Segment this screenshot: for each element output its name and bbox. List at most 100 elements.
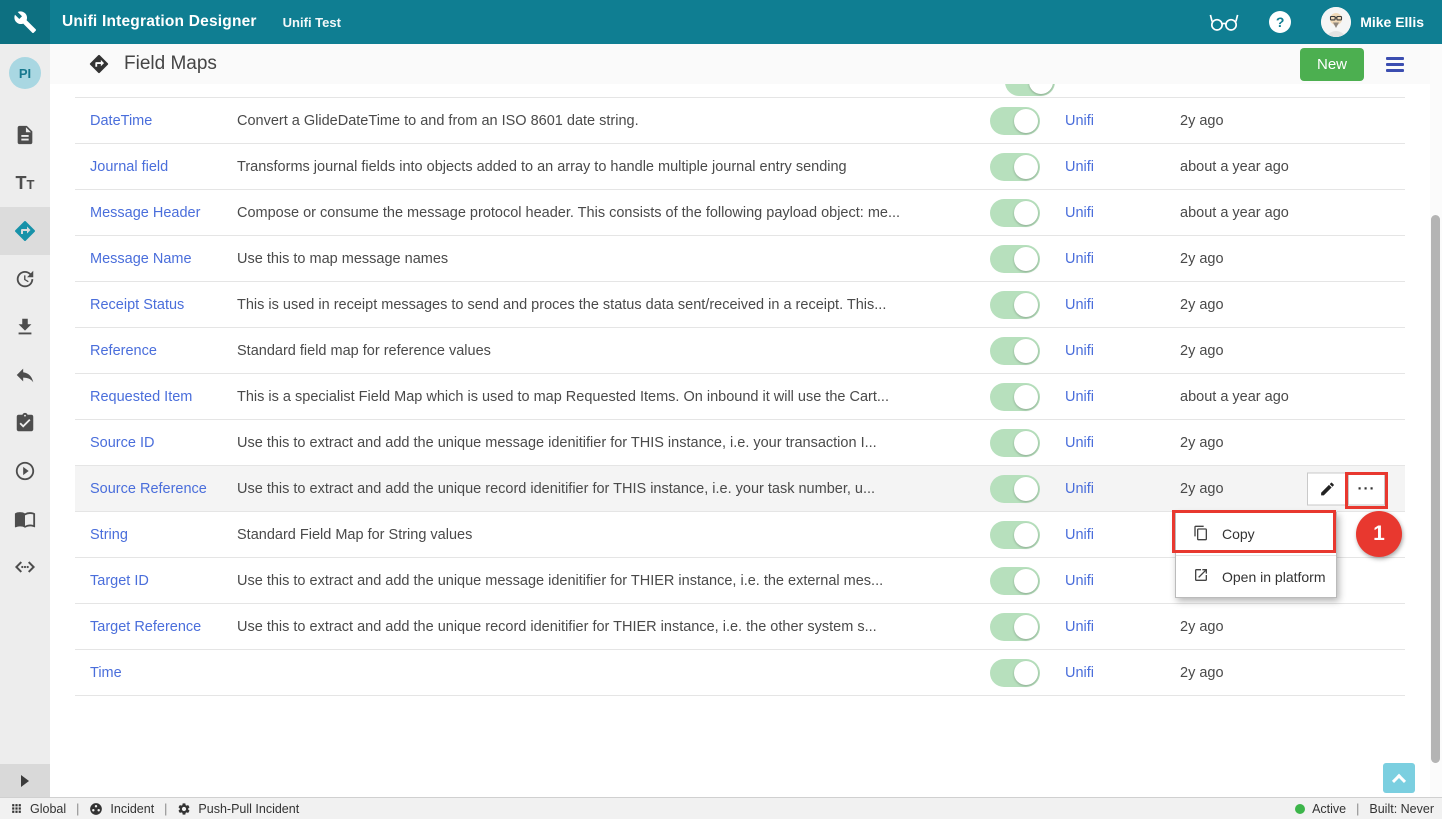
author-link[interactable]: Unifi	[1065, 297, 1094, 313]
active-toggle[interactable]	[990, 153, 1040, 181]
toggle-knob	[1014, 293, 1038, 317]
active-toggle[interactable]	[990, 337, 1040, 365]
status-bar: Global | Incident | Push-Pull Incident A…	[0, 797, 1442, 819]
active-toggle[interactable]	[990, 567, 1040, 595]
spectacles-icon[interactable]	[1209, 11, 1239, 33]
field-map-name-link[interactable]: Reference	[90, 343, 157, 359]
sidebar-item-field-maps[interactable]	[0, 207, 50, 255]
sidebar-item-scheduled[interactable]	[0, 255, 50, 303]
sidebar-item-reply[interactable]	[0, 351, 50, 399]
field-map-name-link[interactable]: Receipt Status	[90, 297, 184, 313]
help-icon[interactable]: ?	[1269, 11, 1291, 33]
table-row-partial	[75, 84, 1405, 98]
document-icon	[14, 124, 36, 146]
pencil-icon	[1319, 480, 1336, 497]
active-toggle[interactable]	[990, 613, 1040, 641]
author-link[interactable]: Unifi	[1065, 251, 1094, 267]
menu-icon[interactable]	[1386, 57, 1404, 72]
updated-timestamp: 2y ago	[1165, 251, 1405, 267]
wrench-icon[interactable]	[0, 0, 50, 44]
table-row: Receipt Status This is used in receipt m…	[75, 282, 1405, 328]
table-row: Message Name Use this to map message nam…	[75, 236, 1405, 282]
author-link[interactable]: Unifi	[1065, 527, 1094, 543]
field-map-description: Transforms journal fields into objects a…	[237, 159, 975, 175]
process-label[interactable]: Push-Pull Incident	[198, 802, 299, 816]
author-link[interactable]: Unifi	[1065, 205, 1094, 221]
sidebar-item-documentation[interactable]	[0, 495, 50, 543]
history-clock-icon	[14, 268, 36, 290]
application-label[interactable]: Incident	[110, 802, 154, 816]
sidebar-item-tasks[interactable]	[0, 399, 50, 447]
active-toggle[interactable]	[990, 659, 1040, 687]
active-toggle[interactable]	[990, 383, 1040, 411]
field-map-name-link[interactable]: Message Header	[90, 205, 200, 221]
author-link[interactable]: Unifi	[1065, 159, 1094, 175]
updated-timestamp: 2y ago	[1165, 435, 1405, 451]
active-toggle[interactable]	[990, 429, 1040, 457]
table-row: DateTime Convert a GlideDateTime to and …	[75, 98, 1405, 144]
sidebar-item-run[interactable]	[0, 447, 50, 495]
context-menu-item-open-in-platform[interactable]: Open in platform	[1176, 555, 1336, 597]
author-link[interactable]: Unifi	[1065, 619, 1094, 635]
field-map-name-link[interactable]: Target Reference	[90, 619, 201, 635]
active-toggle[interactable]	[990, 291, 1040, 319]
updated-timestamp: 2y ago	[1165, 343, 1405, 359]
toggle-knob	[1014, 109, 1038, 133]
field-map-name-link[interactable]: Source Reference	[90, 481, 207, 497]
code-icon	[13, 555, 37, 579]
user-name[interactable]: Mike Ellis	[1360, 14, 1424, 30]
active-toggle[interactable]	[990, 107, 1040, 135]
new-button[interactable]: New	[1300, 48, 1364, 81]
field-map-name-link[interactable]: Time	[90, 665, 122, 681]
workspace-avatar[interactable]: PI	[9, 57, 41, 89]
field-map-name-link[interactable]: DateTime	[90, 113, 152, 129]
scroll-to-top-button[interactable]	[1383, 763, 1415, 793]
active-toggle[interactable]	[990, 521, 1040, 549]
field-map-description: Use this to extract and add the unique m…	[237, 435, 975, 451]
toggle-knob	[1014, 201, 1038, 225]
field-map-name-link[interactable]: Source ID	[90, 435, 154, 451]
sidebar-expand-button[interactable]	[0, 764, 50, 797]
author-link[interactable]: Unifi	[1065, 389, 1094, 405]
sidebar-item-scripts[interactable]	[0, 543, 50, 591]
sidebar-item-fields[interactable]: TT	[0, 159, 50, 207]
field-map-name-link[interactable]: String	[90, 527, 128, 543]
scope-label[interactable]: Global	[30, 802, 66, 816]
text-fields-icon: TT	[16, 173, 35, 194]
field-map-name-link[interactable]: Message Name	[90, 251, 192, 267]
author-link[interactable]: Unifi	[1065, 481, 1094, 497]
application-icon	[89, 802, 103, 816]
play-circle-icon	[14, 460, 36, 482]
toggle-switch[interactable]	[1005, 84, 1055, 96]
open-in-platform-icon	[1193, 567, 1209, 586]
toggle-knob	[1014, 523, 1038, 547]
field-map-name-link[interactable]: Requested Item	[90, 389, 192, 405]
scrollbar-thumb[interactable]	[1431, 215, 1440, 763]
status-dot-icon	[1295, 804, 1305, 814]
environment-label[interactable]: Unifi Test	[283, 15, 341, 30]
updated-timestamp: about a year ago	[1165, 205, 1405, 221]
field-map-name-link[interactable]: Target ID	[90, 573, 149, 589]
active-toggle[interactable]	[990, 475, 1040, 503]
field-map-description: This is used in receipt messages to send…	[237, 297, 975, 313]
author-link[interactable]: Unifi	[1065, 665, 1094, 681]
author-link[interactable]: Unifi	[1065, 343, 1094, 359]
table-row: Requested Item This is a specialist Fiel…	[75, 374, 1405, 420]
main-content: Field Maps New DateTime Convert a GlideD…	[50, 44, 1430, 797]
toggle-knob	[1014, 569, 1038, 593]
status-label: Active	[1312, 802, 1346, 816]
app-title: Unifi Integration Designer	[62, 13, 257, 31]
sidebar-item-download[interactable]	[0, 303, 50, 351]
vertical-scrollbar	[1430, 44, 1442, 797]
active-toggle[interactable]	[990, 199, 1040, 227]
author-link[interactable]: Unifi	[1065, 113, 1094, 129]
author-link[interactable]: Unifi	[1065, 435, 1094, 451]
field-map-description: Standard Field Map for String values	[237, 527, 975, 543]
active-toggle[interactable]	[990, 245, 1040, 273]
author-link[interactable]: Unifi	[1065, 573, 1094, 589]
page-toolbar: Field Maps New	[50, 44, 1430, 84]
field-map-name-link[interactable]: Journal field	[90, 159, 168, 175]
avatar[interactable]	[1321, 7, 1351, 37]
edit-button[interactable]	[1307, 472, 1347, 505]
sidebar-item-documents[interactable]	[0, 111, 50, 159]
